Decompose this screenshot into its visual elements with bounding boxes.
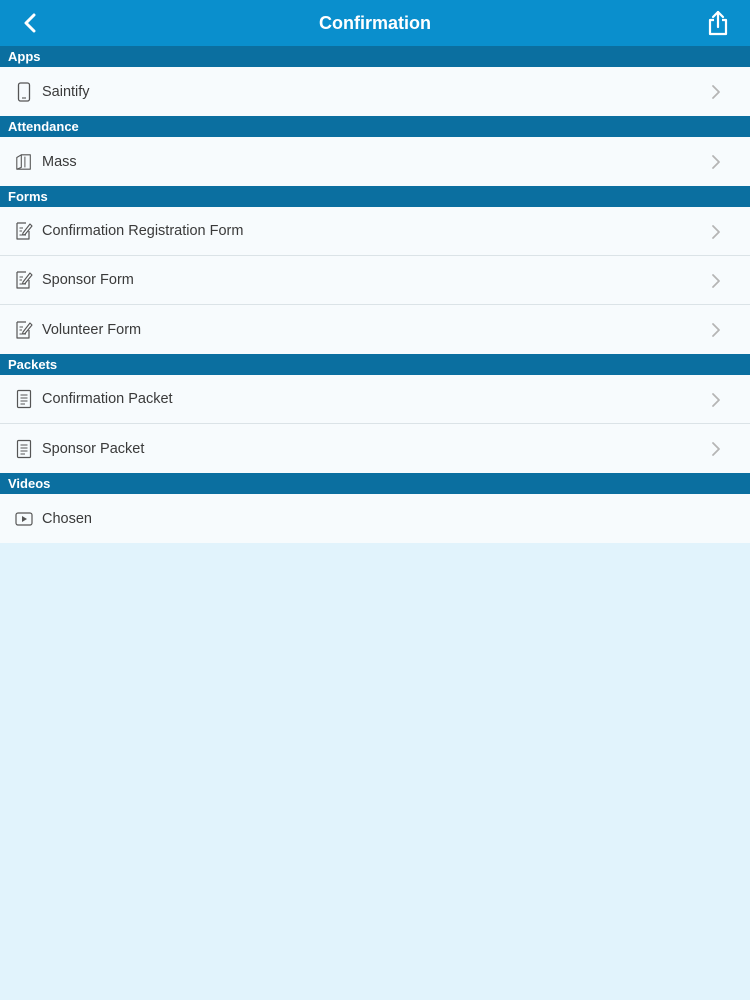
chevron-right-icon — [712, 274, 720, 288]
list-item-volunteer-form[interactable]: Volunteer Form — [0, 305, 750, 354]
list-item-confirmation-packet[interactable]: Confirmation Packet — [0, 375, 750, 424]
section-videos: Videos Chosen — [0, 473, 750, 543]
section-apps: Apps Saintify — [0, 46, 750, 116]
list-item-label: Saintify — [42, 83, 90, 100]
form-edit-icon — [15, 220, 33, 242]
list-item-label: Chosen — [42, 510, 92, 527]
page-title: Confirmation — [319, 12, 431, 33]
chevron-left-icon — [24, 13, 36, 33]
section-forms: Forms Confirmation Registration Form Spo… — [0, 186, 750, 354]
form-edit-icon — [15, 269, 33, 291]
book-icon — [15, 151, 33, 173]
section-header: Packets — [0, 354, 750, 375]
section-packets: Packets Confirmation Packet Sponsor Pack… — [0, 354, 750, 473]
chevron-right-icon — [712, 155, 720, 169]
list-item-label: Confirmation Registration Form — [42, 223, 244, 239]
section-header: Forms — [0, 186, 750, 207]
section-header: Videos — [0, 473, 750, 494]
document-icon — [15, 438, 33, 460]
list-item-label: Volunteer Form — [42, 321, 142, 338]
form-edit-icon — [15, 319, 33, 341]
list-item-confirmation-registration-form[interactable]: Confirmation Registration Form — [0, 207, 750, 256]
list-item-saintify[interactable]: Saintify — [0, 67, 750, 116]
list-item-label: Sponsor Form — [42, 272, 134, 288]
chevron-right-icon — [712, 225, 720, 239]
share-button[interactable] — [704, 8, 732, 38]
section-attendance: Attendance Mass — [0, 116, 750, 186]
chevron-right-icon — [712, 85, 720, 99]
navigation-bar: Confirmation — [0, 0, 750, 46]
section-header: Apps — [0, 46, 750, 67]
share-icon — [708, 10, 728, 36]
list-item-sponsor-form[interactable]: Sponsor Form — [0, 256, 750, 305]
chevron-right-icon — [712, 323, 720, 337]
video-play-icon — [15, 508, 33, 530]
list-item-label: Sponsor Packet — [42, 440, 145, 457]
list-item-chosen[interactable]: Chosen — [0, 494, 750, 543]
list-item-sponsor-packet[interactable]: Sponsor Packet — [0, 424, 750, 473]
list-item-mass[interactable]: Mass — [0, 137, 750, 186]
chevron-right-icon — [712, 442, 720, 456]
phone-icon — [15, 81, 33, 103]
document-icon — [15, 388, 33, 410]
list-item-label: Mass — [42, 153, 77, 170]
section-header: Attendance — [0, 116, 750, 137]
list-item-label: Confirmation Packet — [42, 391, 173, 407]
back-button[interactable] — [18, 9, 42, 37]
menu-list: Apps Saintify Attendance Mass Forms Conf… — [0, 46, 750, 543]
chevron-right-icon — [712, 393, 720, 407]
